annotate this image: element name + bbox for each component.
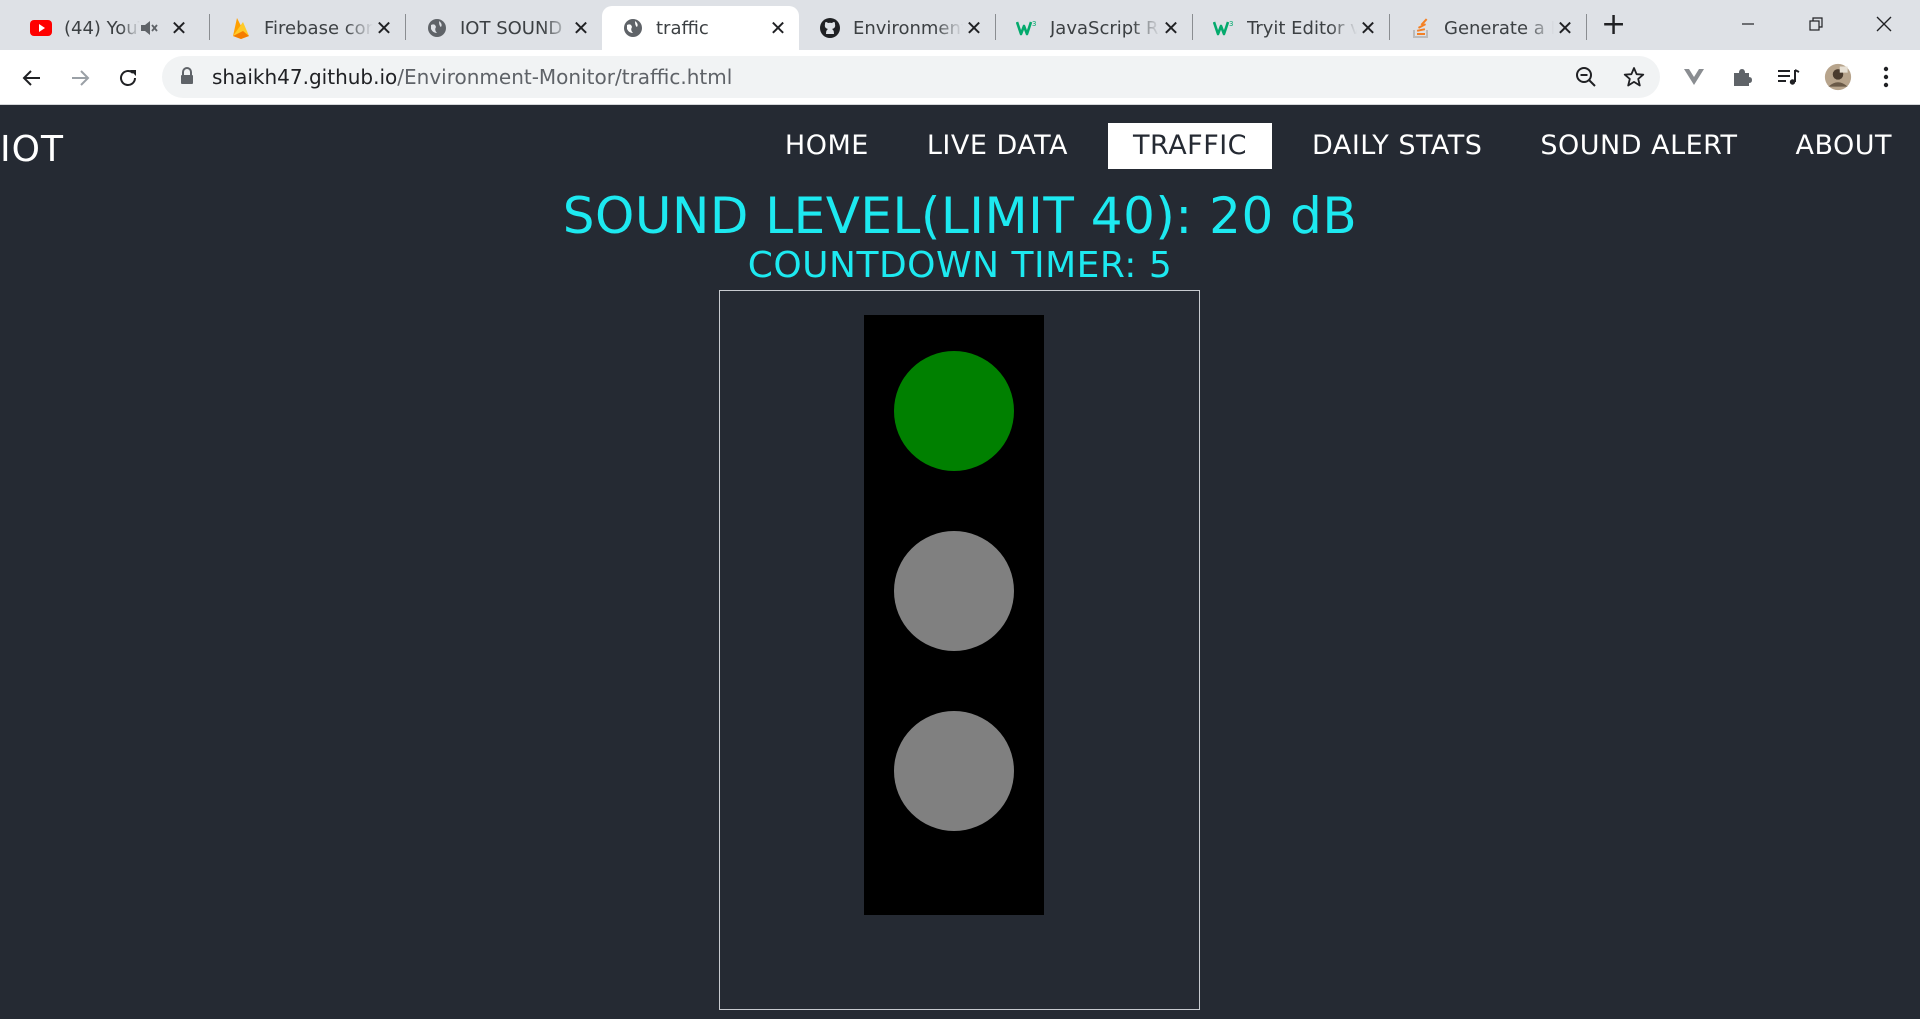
svg-text:3: 3 [1229, 20, 1233, 28]
back-arrow-icon[interactable] [18, 64, 46, 92]
firebase-icon [230, 17, 252, 39]
media-queue-icon[interactable] [1774, 63, 1802, 91]
new-tab-button[interactable]: + [1601, 10, 1626, 40]
reload-icon[interactable] [114, 64, 142, 92]
minimize-window-icon[interactable] [1736, 12, 1760, 36]
svg-text:3: 3 [1032, 20, 1036, 28]
w3schools-icon: 3 [1213, 17, 1235, 39]
close-tab-icon[interactable]: ✕ [963, 16, 985, 40]
close-tab-icon[interactable]: ✕ [767, 16, 789, 40]
page-content: IOT HOME LIVE DATA TRAFFIC DAILY STATS S… [0, 105, 1920, 1019]
tab-title: Environment-Monitor [853, 17, 963, 39]
tab-title: Tryit Editor v3.6 [1247, 17, 1357, 39]
forward-arrow-icon[interactable] [66, 64, 94, 92]
nav-daily-stats[interactable]: DAILY STATS [1284, 123, 1510, 169]
sound-level-heading: SOUND LEVEL(LIMIT 40): 20 dB [562, 187, 1358, 245]
lock-icon[interactable] [180, 67, 194, 89]
tab-javascript-random[interactable]: 3 JavaScript Random ✕ [996, 6, 1192, 50]
globe-icon [622, 17, 644, 39]
w3schools-icon: 3 [1016, 17, 1038, 39]
tab-title: Generate a Random [1444, 17, 1554, 39]
close-tab-icon[interactable]: ✕ [1554, 16, 1576, 40]
top-lamp [894, 351, 1014, 471]
tab-firebase[interactable]: Firebase console ✕ [210, 6, 405, 50]
close-window-icon[interactable] [1872, 12, 1896, 36]
zoom-out-icon[interactable] [1574, 65, 1598, 89]
tab-youtube[interactable]: (44) YouTube ✕ [10, 6, 200, 50]
speaker-mute-icon[interactable] [140, 20, 160, 36]
close-tab-icon[interactable]: ✕ [1160, 16, 1182, 40]
github-icon [819, 17, 841, 39]
tab-generate-random[interactable]: Generate a Random ✕ [1390, 6, 1586, 50]
main-nav: HOME LIVE DATA TRAFFIC DAILY STATS SOUND… [755, 123, 1920, 169]
restore-window-icon[interactable] [1804, 12, 1828, 36]
vivaldi-extension-icon[interactable] [1680, 63, 1708, 91]
browser-toolbar: shaikh47.github.io/Environment-Monitor/t… [0, 50, 1920, 105]
address-bar[interactable]: shaikh47.github.io/Environment-Monitor/t… [162, 56, 1660, 98]
globe-icon [426, 17, 448, 39]
profile-avatar[interactable] [1824, 63, 1852, 91]
close-tab-icon[interactable]: ✕ [168, 16, 190, 40]
tab-title: JavaScript Random [1050, 17, 1160, 39]
tab-iot-sound-monitor[interactable]: IOT SOUND MONITOR ✕ [406, 6, 602, 50]
nav-traffic[interactable]: TRAFFIC [1108, 123, 1273, 169]
nav-sound-alert[interactable]: SOUND ALERT [1512, 123, 1765, 169]
nav-about[interactable]: ABOUT [1767, 123, 1920, 169]
tab-title: IOT SOUND MONITOR [460, 17, 570, 39]
nav-home[interactable]: HOME [757, 123, 897, 169]
nav-live-data[interactable]: LIVE DATA [899, 123, 1096, 169]
tab-tryit-editor[interactable]: 3 Tryit Editor v3.6 ✕ [1193, 6, 1389, 50]
tab-title: Firebase console [264, 17, 373, 39]
tab-environment-monitor[interactable]: Environment-Monitor ✕ [799, 6, 995, 50]
close-tab-icon[interactable]: ✕ [373, 16, 395, 40]
tab-title: (44) YouTube [64, 17, 140, 39]
stackoverflow-icon [1410, 17, 1432, 39]
extensions-puzzle-icon[interactable] [1728, 63, 1756, 91]
tab-title: traffic [656, 17, 709, 39]
url-path: /Environment-Monitor/traffic.html [397, 65, 733, 89]
traffic-light-housing [864, 315, 1044, 915]
site-brand[interactable]: IOT [0, 129, 64, 170]
youtube-icon [30, 17, 52, 39]
browser-menu-icon[interactable] [1872, 63, 1900, 91]
close-tab-icon[interactable]: ✕ [1357, 16, 1379, 40]
url-text[interactable]: shaikh47.github.io/Environment-Monitor/t… [212, 65, 732, 89]
bookmark-star-icon[interactable] [1622, 65, 1646, 89]
close-tab-icon[interactable]: ✕ [570, 16, 592, 40]
countdown-timer: COUNTDOWN TIMER: 5 [747, 245, 1173, 286]
middle-lamp [894, 531, 1014, 651]
tab-traffic[interactable]: traffic ✕ [602, 6, 799, 50]
bottom-lamp [894, 711, 1014, 831]
browser-tab-strip: (44) YouTube ✕ Firebase console ✕ IOT SO… [0, 0, 1920, 50]
tab-separator [1586, 14, 1587, 40]
url-host: shaikh47.github.io [212, 65, 398, 89]
